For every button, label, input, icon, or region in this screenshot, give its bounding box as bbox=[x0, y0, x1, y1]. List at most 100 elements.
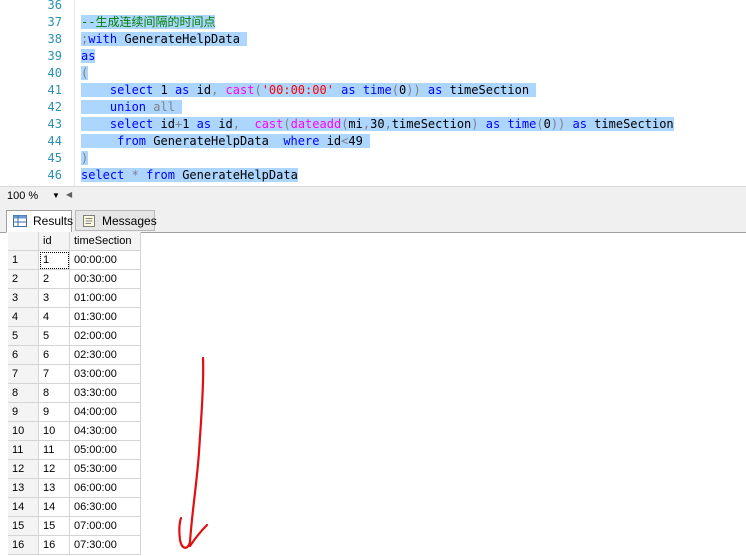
id-cell[interactable]: 12 bbox=[39, 460, 70, 479]
chevron-down-icon[interactable]: ▼ bbox=[52, 191, 60, 200]
timesection-cell[interactable]: 06:00:00 bbox=[70, 479, 141, 498]
code-line: select id+1 as id, cast(dateadd(mi,30,ti… bbox=[81, 116, 674, 133]
timesection-cell[interactable]: 00:30:00 bbox=[70, 270, 141, 289]
code-token: select bbox=[81, 168, 125, 182]
table-row[interactable]: 4 4 01:30:00 bbox=[8, 308, 141, 327]
selection-highlight: select 1 as id, cast('00:00:00' as time(… bbox=[81, 83, 537, 97]
table-row[interactable]: 5 5 02:00:00 bbox=[8, 327, 141, 346]
row-number-cell[interactable]: 15 bbox=[8, 517, 39, 536]
timesection-cell[interactable]: 00:00:00 bbox=[70, 251, 141, 270]
table-row[interactable]: 12 12 05:30:00 bbox=[8, 460, 141, 479]
sql-editor[interactable]: 36 37 38 39 40 41 42 43 44 45 46 --生成连续间隔的时间点 ;with… bbox=[0, 0, 746, 186]
row-number-header[interactable] bbox=[8, 232, 39, 251]
timesection-cell[interactable]: 02:00:00 bbox=[70, 327, 141, 346]
table-row[interactable]: 13 13 06:00:00 bbox=[8, 479, 141, 498]
table-row[interactable]: 7 7 03:00:00 bbox=[8, 365, 141, 384]
table-row[interactable]: 10 10 04:30:00 bbox=[8, 422, 141, 441]
row-number-cell[interactable]: 5 bbox=[8, 327, 39, 346]
id-cell[interactable]: 16 bbox=[39, 536, 70, 555]
timesection-cell[interactable]: 03:30:00 bbox=[70, 384, 141, 403]
code-token: timeSection bbox=[442, 83, 537, 97]
row-number-cell[interactable]: 8 bbox=[8, 384, 39, 403]
id-cell[interactable]: 3 bbox=[39, 289, 70, 308]
row-number-cell[interactable]: 9 bbox=[8, 403, 39, 422]
row-number-cell[interactable]: 6 bbox=[8, 346, 39, 365]
tab-messages[interactable]: Messages bbox=[75, 210, 157, 231]
code-line: union all bbox=[81, 99, 183, 116]
line-number: 43 bbox=[47, 117, 62, 131]
id-cell[interactable]: 13 bbox=[39, 479, 70, 498]
tab-results[interactable]: Results bbox=[6, 210, 74, 233]
row-number-cell[interactable]: 16 bbox=[8, 536, 39, 555]
id-cell[interactable]: 2 bbox=[39, 270, 70, 289]
code-token: select bbox=[109, 117, 154, 131]
code-token: as bbox=[485, 117, 501, 131]
table-row[interactable]: 16 16 07:30:00 bbox=[8, 536, 141, 555]
timesection-cell[interactable]: 04:00:00 bbox=[70, 403, 141, 422]
timesection-cell[interactable]: 07:30:00 bbox=[70, 536, 141, 555]
code-token: GenerateHelpData bbox=[174, 168, 298, 182]
timesection-cell[interactable]: 07:00:00 bbox=[70, 517, 141, 536]
row-number-cell[interactable]: 7 bbox=[8, 365, 39, 384]
table-row[interactable]: 9 9 04:00:00 bbox=[8, 403, 141, 422]
table-row[interactable]: 8 8 03:30:00 bbox=[8, 384, 141, 403]
column-header-id[interactable]: id bbox=[39, 232, 70, 251]
row-number-cell[interactable]: 4 bbox=[8, 308, 39, 327]
timesection-cell[interactable]: 05:30:00 bbox=[70, 460, 141, 479]
timesection-cell[interactable]: 01:00:00 bbox=[70, 289, 141, 308]
id-cell[interactable]: 14 bbox=[39, 498, 70, 517]
table-row[interactable]: 11 11 05:00:00 bbox=[8, 441, 141, 460]
selection-highlight: ) bbox=[81, 151, 89, 165]
id-cell[interactable]: 11 bbox=[39, 441, 70, 460]
selection-highlight: select * from GenerateHelpData bbox=[81, 168, 298, 182]
code-token: ( bbox=[81, 66, 89, 80]
timesection-cell[interactable]: 02:30:00 bbox=[70, 346, 141, 365]
row-number-cell[interactable]: 12 bbox=[8, 460, 39, 479]
tab-results-label: Results bbox=[33, 214, 74, 228]
table-row[interactable]: 15 15 07:00:00 bbox=[8, 517, 141, 536]
row-number-cell[interactable]: 13 bbox=[8, 479, 39, 498]
id-cell[interactable]: 6 bbox=[39, 346, 70, 365]
timesection-cell[interactable]: 03:00:00 bbox=[70, 365, 141, 384]
table-row[interactable]: 3 3 01:00:00 bbox=[8, 289, 141, 308]
id-cell[interactable]: 9 bbox=[39, 403, 70, 422]
table-row[interactable]: 6 6 02:30:00 bbox=[8, 346, 141, 365]
code-line: select * from GenerateHelpData bbox=[81, 167, 298, 184]
column-header-timesection[interactable]: timeSection bbox=[70, 232, 141, 251]
table-row[interactable]: 1 1 00:00:00 bbox=[8, 251, 141, 270]
table-row[interactable]: 2 2 00:30:00 bbox=[8, 270, 141, 289]
row-number-cell[interactable]: 14 bbox=[8, 498, 39, 517]
row-number-cell[interactable]: 11 bbox=[8, 441, 39, 460]
id-cell[interactable]: 10 bbox=[39, 422, 70, 441]
timesection-cell[interactable]: 04:30:00 bbox=[70, 422, 141, 441]
selection-highlight: union all bbox=[81, 100, 183, 114]
code-token: --生成连续间隔的时间点 bbox=[81, 15, 216, 29]
table-row[interactable]: 14 14 06:30:00 bbox=[8, 498, 141, 517]
timesection-cell[interactable]: 06:30:00 bbox=[70, 498, 141, 517]
code-token: as bbox=[572, 117, 587, 131]
id-cell[interactable]: 4 bbox=[39, 308, 70, 327]
code-token bbox=[420, 83, 428, 97]
line-number: 39 bbox=[47, 49, 62, 63]
id-cell[interactable]: 1 bbox=[39, 251, 70, 270]
code-token: , bbox=[232, 117, 241, 131]
code-line: as bbox=[81, 48, 96, 65]
scroll-left-icon[interactable]: ◀ bbox=[66, 190, 72, 199]
row-number-cell[interactable]: 3 bbox=[8, 289, 39, 308]
timesection-cell[interactable]: 05:00:00 bbox=[70, 441, 141, 460]
code-line: select 1 as id, cast('00:00:00' as time(… bbox=[81, 82, 537, 99]
code-token: id bbox=[189, 83, 212, 97]
id-cell[interactable]: 8 bbox=[39, 384, 70, 403]
id-cell[interactable]: 15 bbox=[39, 517, 70, 536]
row-number-cell[interactable]: 1 bbox=[8, 251, 39, 270]
messages-icon bbox=[83, 215, 95, 227]
row-number-cell[interactable]: 2 bbox=[8, 270, 39, 289]
id-cell[interactable]: 7 bbox=[39, 365, 70, 384]
code-token: 49 bbox=[348, 134, 371, 148]
row-number-cell[interactable]: 10 bbox=[8, 422, 39, 441]
id-cell[interactable]: 5 bbox=[39, 327, 70, 346]
timesection-cell[interactable]: 01:30:00 bbox=[70, 308, 141, 327]
code-token: ) bbox=[81, 151, 89, 165]
code-token: '00:00:00' bbox=[261, 83, 334, 97]
code-line: --生成连续间隔的时间点 bbox=[81, 14, 216, 31]
